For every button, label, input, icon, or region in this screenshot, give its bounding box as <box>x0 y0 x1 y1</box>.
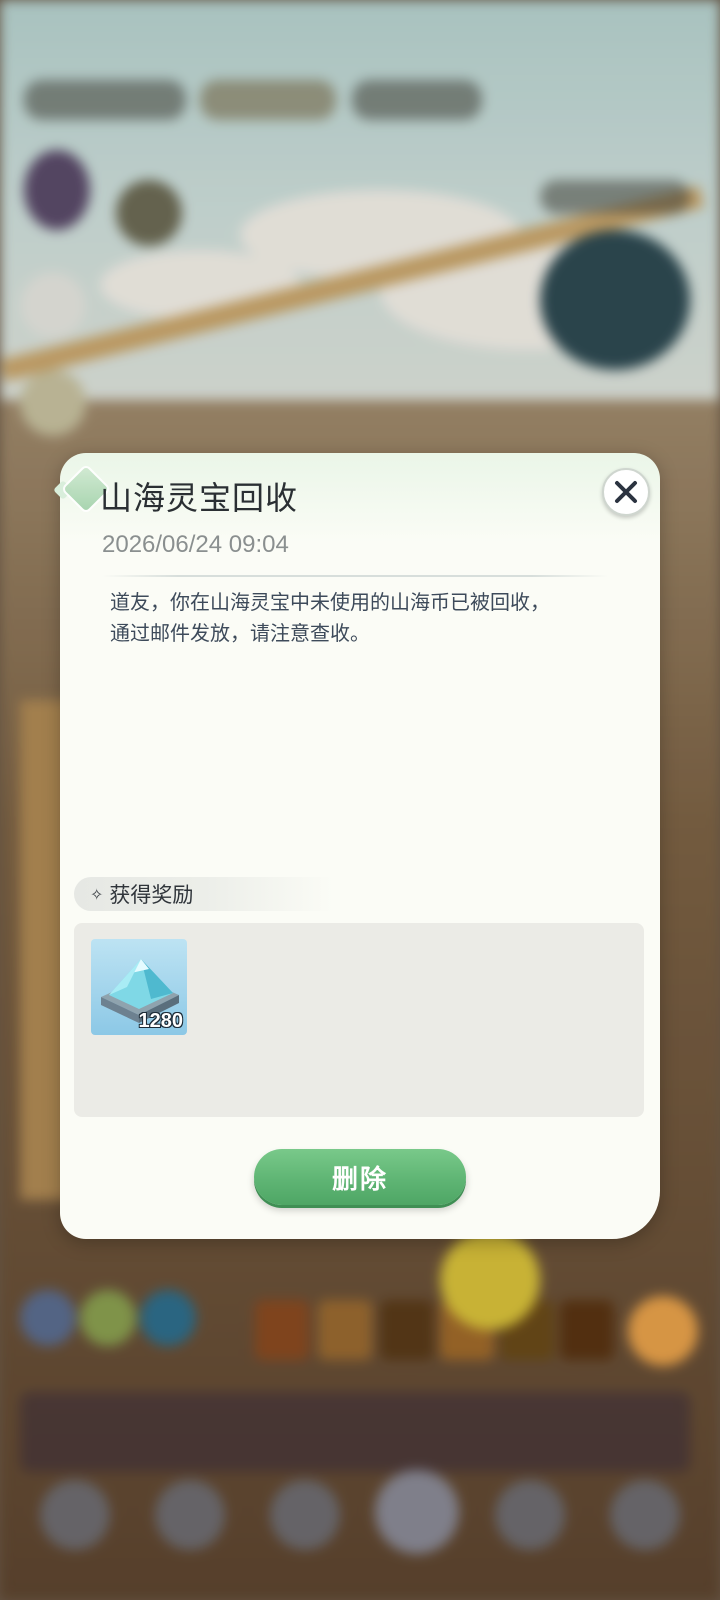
mail-date: 2026/06/24 09:04 <box>102 531 289 558</box>
reward-item[interactable]: 1280 <box>91 939 187 1035</box>
reward-count: 1280 <box>138 1010 184 1032</box>
rewards-label: 获得奖励 <box>109 883 194 907</box>
mail-message-line-1: 道友，你在山海灵宝中未使用的山海币已被回收， <box>110 590 550 614</box>
mail-dialog: 山海灵宝回收 2026/06/24 09:04 道友，你在山海灵宝中未使用的山海… <box>53 453 660 1239</box>
mail-message-line-2: 通过邮件发放，请注意查收。 <box>110 621 370 645</box>
sparkle-icon: ✧ <box>90 884 104 904</box>
rewards-panel: 1280 <box>74 923 644 1117</box>
mail-message: 道友，你在山海灵宝中未使用的山海币已被回收， 通过邮件发放，请注意查收。 <box>110 587 610 649</box>
close-icon <box>615 481 637 503</box>
delete-button[interactable]: 删除 <box>254 1149 466 1205</box>
dialog-title: 山海灵宝回收 <box>100 479 299 517</box>
rewards-header: ✧ 获得奖励 <box>74 877 334 911</box>
divider <box>102 575 608 577</box>
close-button[interactable] <box>602 468 650 516</box>
